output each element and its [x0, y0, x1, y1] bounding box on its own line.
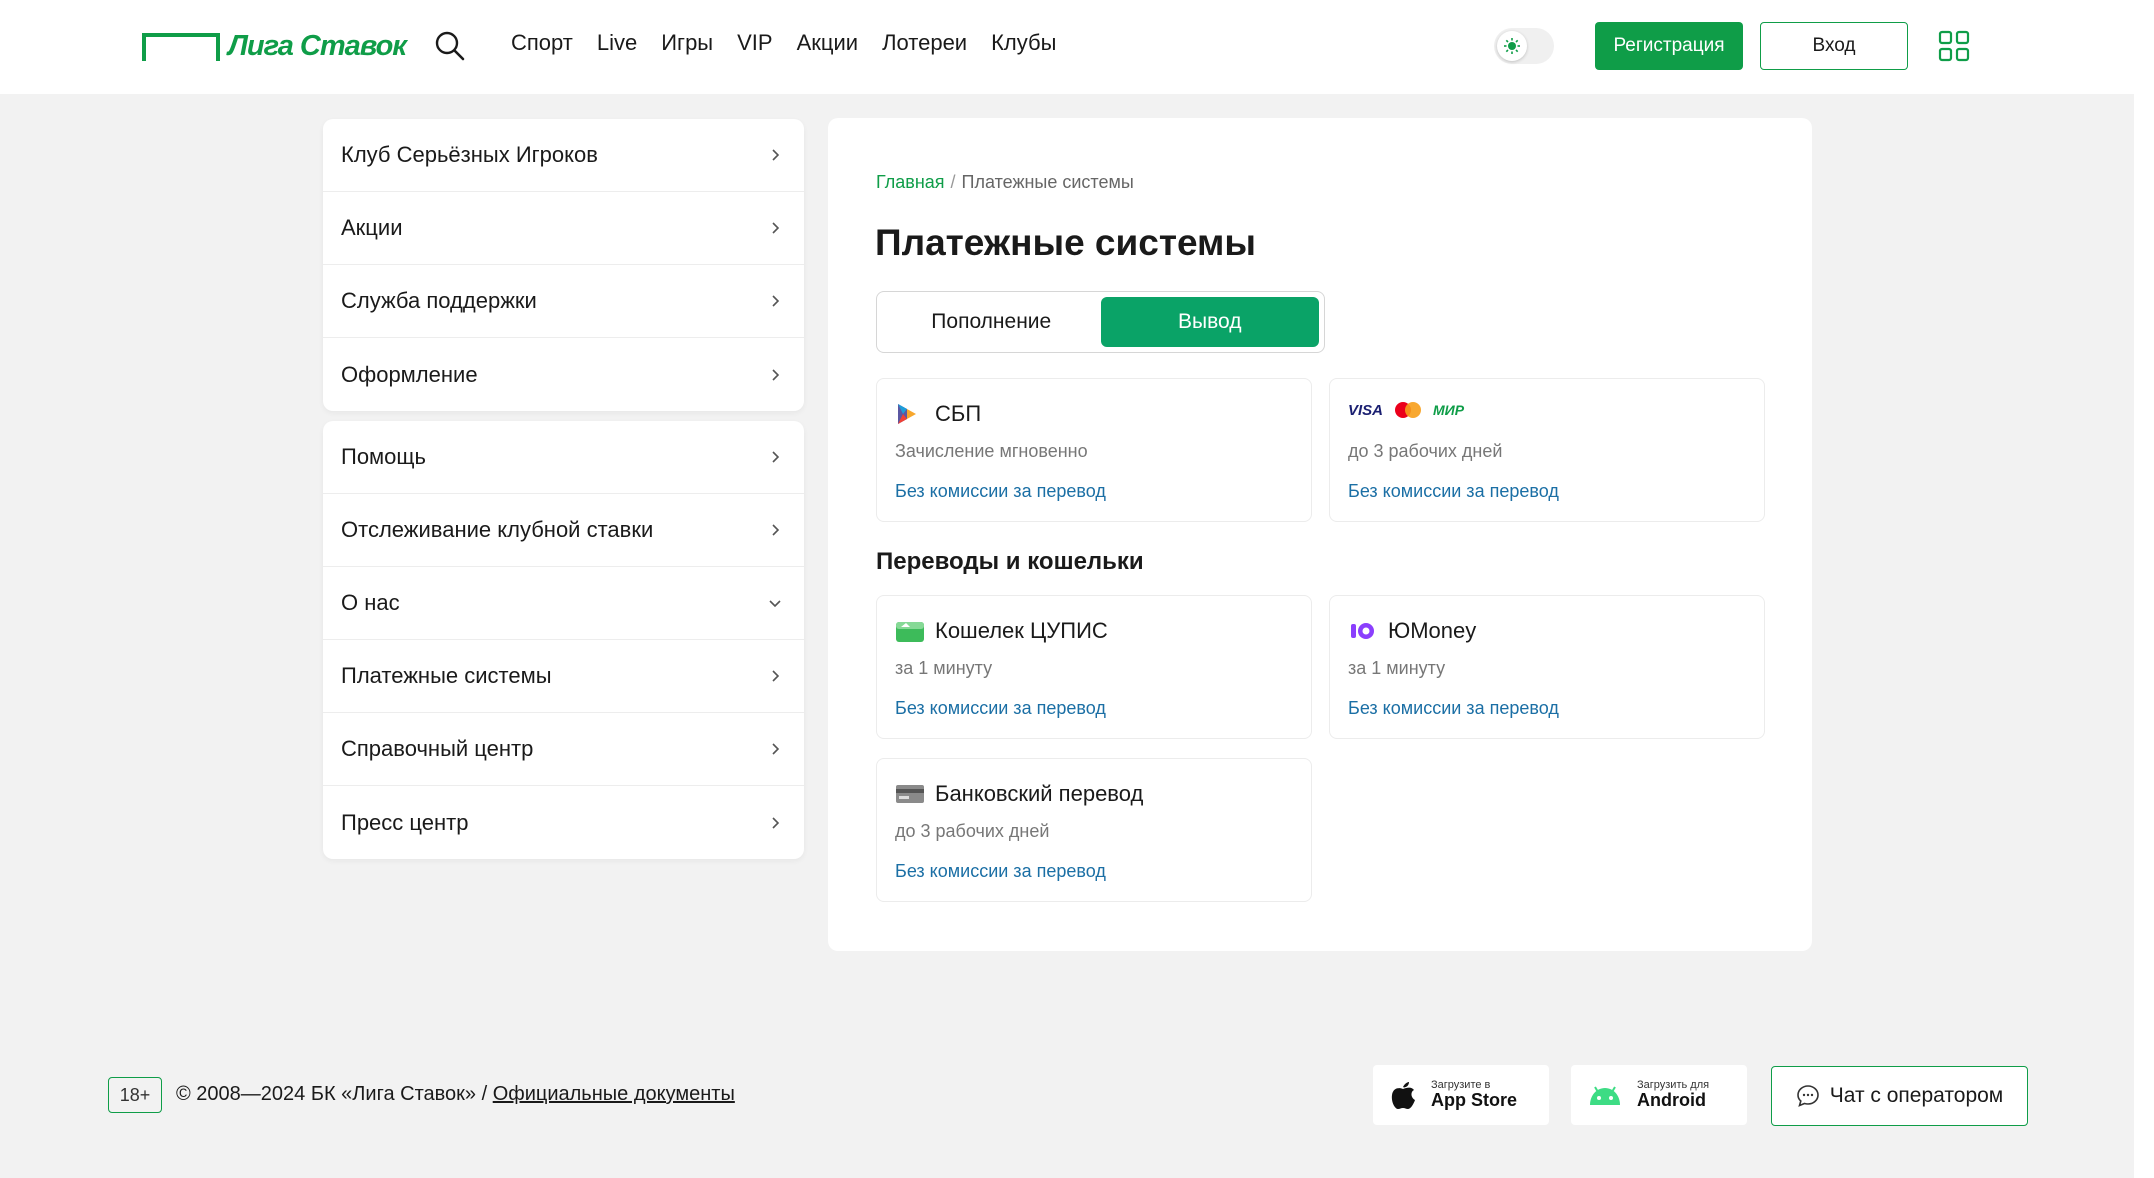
mastercard-icon: [1395, 402, 1422, 418]
login-button[interactable]: Вход: [1760, 22, 1908, 70]
nav-sport[interactable]: Спорт: [511, 26, 573, 60]
payment-card-bank-cards[interactable]: VISA МИР до 3 рабочих дней Без комиссии …: [1329, 378, 1765, 522]
payment-fee: Без комиссии за перевод: [895, 861, 1106, 881]
sidebar-item-help[interactable]: Помощь: [323, 421, 804, 494]
logo-mark-icon: [142, 32, 220, 61]
chevron-right-icon: [772, 368, 780, 381]
sidebar-item-bet-tracking[interactable]: Отслеживание клубной ставки: [323, 494, 804, 567]
sidebar-item-about[interactable]: О нас: [323, 567, 804, 640]
nav-live[interactable]: Live: [597, 26, 637, 60]
visa-logo: VISA: [1348, 401, 1384, 419]
sidebar-item-promos[interactable]: Акции: [323, 192, 804, 265]
chat-operator-button[interactable]: Чат с оператором: [1771, 1066, 2028, 1126]
payment-fee: Без комиссии за перевод: [895, 481, 1106, 501]
right-edge: [2134, 0, 2154, 1178]
bank-cards-icon: VISA МИР: [1348, 401, 1464, 419]
chevron-right-icon: [772, 670, 780, 682]
apps-grid-icon[interactable]: [1938, 30, 1970, 62]
sidebar-item-support[interactable]: Служба поддержки: [323, 265, 804, 338]
nav-promos[interactable]: Акции: [797, 26, 858, 60]
breadcrumb-separator: /: [950, 172, 956, 192]
tab-withdraw[interactable]: Вывод: [1100, 297, 1319, 347]
yoomoney-icon: [1348, 619, 1378, 643]
apple-icon: [1391, 1082, 1415, 1109]
payment-name: Банковский перевод: [935, 781, 1144, 806]
theme-toggle[interactable]: [1494, 28, 1554, 64]
android-button[interactable]: Загрузить для Android: [1571, 1065, 1747, 1125]
payment-card-sbp[interactable]: СБП Зачисление мгновенно Без комиссии за…: [876, 378, 1312, 522]
sidebar-group-2: Помощь Отслеживание клубной ставки О нас…: [323, 421, 804, 859]
copyright-text: © 2008—2024 БК «Лига Ставок» /: [176, 1083, 488, 1105]
chevron-right-icon: [772, 816, 780, 829]
register-button[interactable]: Регистрация: [1595, 22, 1743, 70]
nav-vip[interactable]: VIP: [737, 26, 772, 60]
page-title: Платежные системы: [875, 222, 1257, 263]
chevron-down-icon: [769, 600, 781, 608]
main-content: Главная / Платежные системы Платежные сист…: [828, 118, 1812, 951]
mir-logo: МИР: [1433, 402, 1465, 418]
payment-direction-tabs: Пополнение Вывод: [876, 291, 1325, 353]
nav-clubs[interactable]: Клубы: [991, 26, 1056, 60]
copyright: © 2008—2024 БК «Лига Ставок» / Официальн…: [176, 1083, 735, 1106]
sidebar-item-appearance[interactable]: Оформление: [323, 338, 804, 411]
main-nav: Спорт Live Игры VIP Акции Лотереи Клубы: [511, 26, 1080, 60]
android-icon: [1590, 1086, 1620, 1105]
nav-lotteries[interactable]: Лотереи: [882, 26, 967, 60]
payment-card-yoomoney[interactable]: ЮMoney за 1 минуту Без комиссии за перев…: [1329, 595, 1765, 739]
payment-fee: Без комиссии за перевод: [1348, 481, 1559, 501]
search-icon[interactable]: [432, 28, 468, 64]
payment-fee: Без комиссии за перевод: [1348, 698, 1559, 718]
payment-card-bank-transfer[interactable]: Банковский перевод до 3 рабочих дней Без…: [876, 758, 1312, 902]
chevron-right-icon: [772, 451, 780, 463]
sbp-icon: [895, 402, 925, 426]
payment-time: до 3 рабочих дней: [1348, 441, 1503, 461]
chat-icon: [1796, 1085, 1819, 1107]
sidebar-group-1: Клуб Серьёзных Игроков Акции Служба подд…: [323, 119, 804, 411]
sidebar-item-help-center[interactable]: Справочный центр: [323, 713, 804, 786]
age-badge: 18+: [108, 1077, 162, 1113]
sidebar-item-payment-systems[interactable]: Платежные системы: [323, 640, 804, 713]
breadcrumb-home-link[interactable]: Главная: [876, 172, 945, 192]
payment-time: до 3 рабочих дней: [895, 821, 1050, 841]
sidebar-item-press-center[interactable]: Пресс центр: [323, 786, 804, 859]
top-header: Лига Ставок Спорт Live Игры VIP Акции Ло…: [0, 0, 2134, 94]
payment-name: Кошелек ЦУПИС: [935, 618, 1108, 643]
chevron-right-icon: [772, 222, 780, 234]
bank-card-icon: [895, 782, 925, 806]
sun-icon: [1497, 31, 1527, 61]
breadcrumb: Главная / Платежные системы: [876, 172, 1134, 193]
payment-fee: Без комиссии за перевод: [895, 698, 1106, 718]
payment-card-cupis[interactable]: Кошелек ЦУПИС за 1 минуту Без комиссии з…: [876, 595, 1312, 739]
chevron-right-icon: [772, 149, 780, 161]
payment-time: за 1 минуту: [895, 658, 993, 678]
app-store-button[interactable]: Загрузите в App Store: [1373, 1065, 1549, 1125]
chevron-right-icon: [772, 524, 780, 536]
breadcrumb-current: Платежные системы: [961, 172, 1134, 192]
payment-name: ЮMoney: [1388, 618, 1477, 643]
nav-games[interactable]: Игры: [661, 26, 713, 60]
logo[interactable]: Лига Ставок: [142, 30, 407, 63]
tab-deposit[interactable]: Пополнение: [882, 297, 1101, 347]
chevron-right-icon: [772, 295, 780, 307]
section-title-wallets: Переводы и кошельки: [876, 548, 1144, 575]
chevron-right-icon: [772, 743, 780, 755]
logo-text: Лига Ставок: [228, 30, 407, 62]
payment-time: за 1 минуту: [1348, 658, 1446, 678]
official-docs-link[interactable]: Официальные документы: [493, 1083, 735, 1105]
sidebar-item-serious-players-club[interactable]: Клуб Серьёзных Игроков: [323, 119, 804, 192]
wallet-icon: [895, 619, 925, 643]
payment-name: СБП: [935, 401, 982, 426]
payment-time: Зачисление мгновенно: [895, 441, 1088, 461]
